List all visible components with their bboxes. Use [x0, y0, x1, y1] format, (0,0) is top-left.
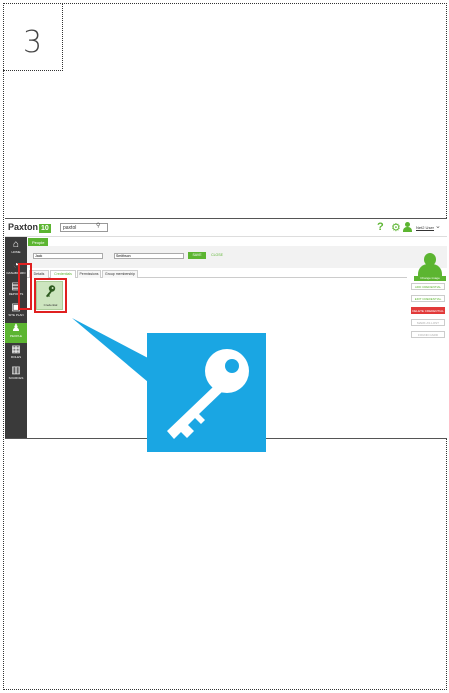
- callout-key-zoom: [147, 333, 266, 452]
- key-icon: [167, 349, 249, 439]
